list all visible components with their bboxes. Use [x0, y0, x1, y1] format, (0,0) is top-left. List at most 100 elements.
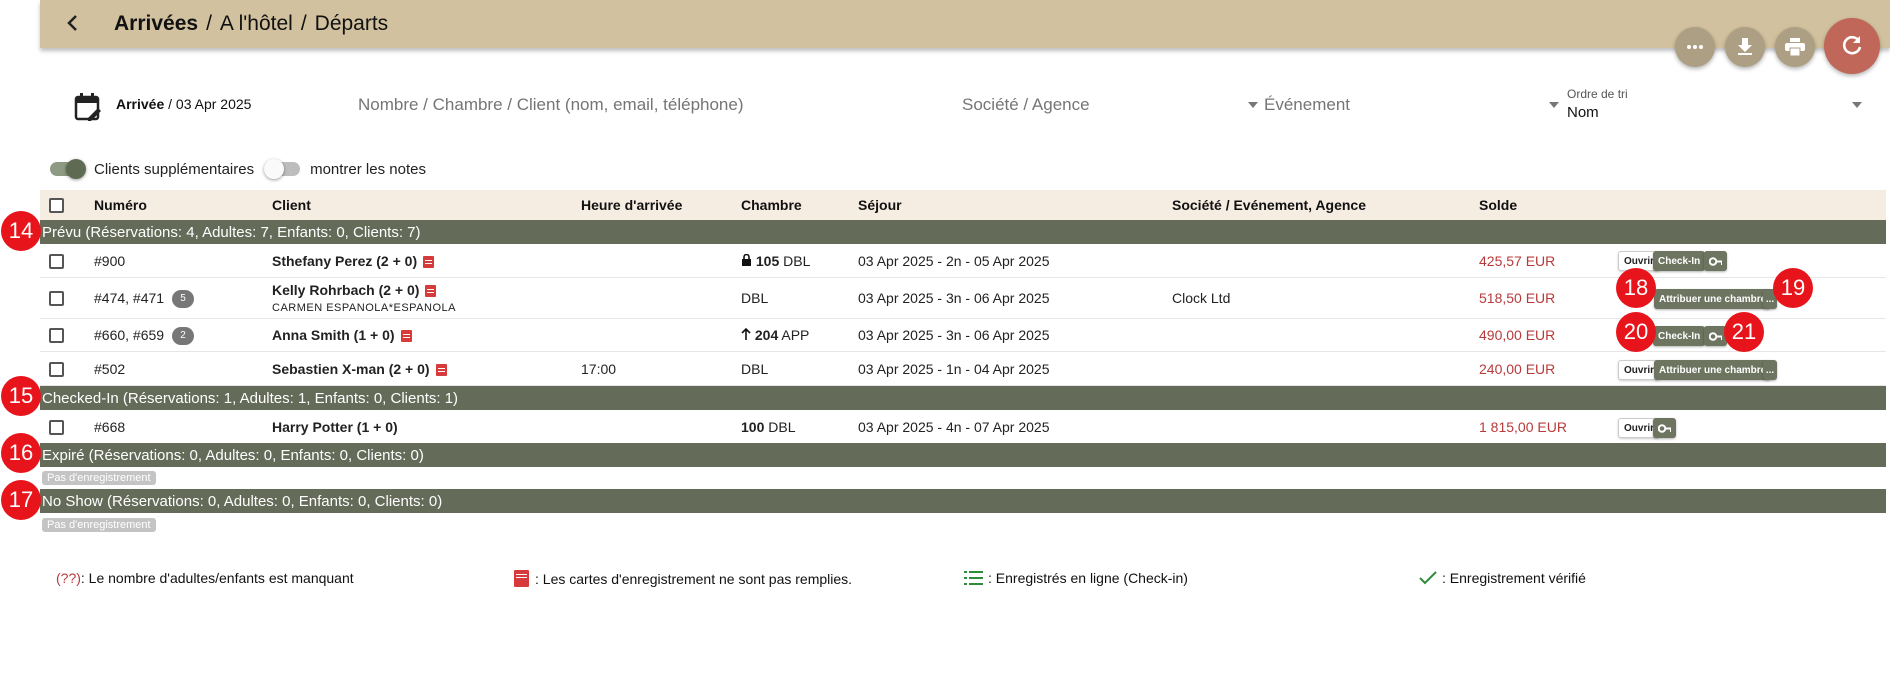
group-no-show: No Show (Réservations: 0, Adultes: 0, En… — [40, 489, 1886, 513]
table-row[interactable]: #502 Sebastien X-man (2 + 0) 17:00 DBL 0… — [40, 353, 1886, 386]
row-checkbox[interactable] — [49, 328, 64, 343]
key-icon — [1709, 256, 1722, 266]
annotation-marker: 19 — [1773, 268, 1813, 308]
col-arrival-time[interactable]: Heure d'arrivée — [581, 197, 682, 213]
assign-room-button[interactable]: Attribuer une chambre — [1654, 289, 1772, 309]
legend-registration-cards: : Les cartes d'enregistrement ne sont pa… — [514, 570, 852, 587]
table-row[interactable]: #900 Sthefany Perez (2 + 0) 105 DBL 03 A… — [40, 245, 1886, 278]
key-icon — [1709, 331, 1722, 341]
client-name[interactable]: Kelly Rohrbach (2 + 0) — [272, 282, 437, 298]
registration-card-icon — [423, 256, 435, 269]
sort-order-select[interactable]: Nom — [1567, 104, 1599, 121]
more-actions-button[interactable]: ... — [1763, 360, 1777, 380]
reservation-number: #900 — [94, 253, 126, 269]
refresh-button[interactable] — [1824, 18, 1880, 74]
registration-card-icon — [514, 570, 529, 587]
group-checked-in: Checked-In (Réservations: 1, Adultes: 1,… — [40, 386, 1886, 410]
breadcrumb-departures[interactable]: Départs — [315, 12, 389, 35]
lock-icon — [742, 253, 751, 266]
stay-dates: 03 Apr 2025 - 2n - 05 Apr 2025 — [858, 253, 1050, 269]
reservation-count-badge: 2 — [172, 327, 195, 346]
legend-missing-count: (??) : Le nombre d'adultes/enfants est m… — [56, 570, 354, 586]
reservation-count-badge: 5 — [172, 290, 195, 309]
registration-card-icon — [425, 285, 437, 298]
back-button[interactable] — [56, 8, 90, 38]
reservation-number: #668 — [94, 419, 126, 435]
col-number[interactable]: Numéro — [94, 197, 147, 213]
select-all-checkbox[interactable] — [49, 198, 64, 213]
annotation-marker: 16 — [1, 433, 41, 473]
legend-online-checkin: : Enregistrés en ligne (Check-in) — [964, 570, 1188, 586]
no-record-badge: Pas d'enregistrement — [42, 518, 156, 532]
registration-card-icon — [400, 330, 412, 343]
room-cell: 204 APP — [741, 327, 809, 343]
row-checkbox[interactable] — [49, 420, 64, 435]
client-name[interactable]: Sebastien X-man (2 + 0) — [272, 361, 447, 377]
calendar-edit-icon[interactable] — [74, 92, 102, 127]
toggle-bar: Clients supplémentaires montrer les note… — [50, 158, 426, 180]
top-bar: Arrivées / A l'hôtel / Départs — [40, 0, 1890, 48]
client-subline: CARMEN ESPANOLA*ESPANOLA — [272, 302, 456, 314]
arrow-up-icon — [741, 327, 751, 340]
room-cell: 105 DBL — [741, 253, 810, 269]
table-row[interactable]: #668 Harry Potter (1 + 0) 100 DBL 03 Apr… — [40, 411, 1886, 444]
key-button[interactable] — [1704, 251, 1727, 271]
arrival-time: 17:00 — [581, 361, 617, 377]
row-checkbox[interactable] — [49, 291, 64, 306]
refresh-icon — [1842, 35, 1862, 55]
key-icon — [1658, 423, 1671, 433]
row-checkbox[interactable] — [49, 362, 64, 377]
balance: 425,57 EUR — [1479, 253, 1556, 269]
assign-room-button[interactable]: Attribuer une chambre — [1654, 360, 1772, 380]
company-name: Clock Ltd — [1172, 290, 1231, 306]
col-room[interactable]: Chambre — [741, 197, 802, 213]
event-dropdown-icon[interactable] — [1549, 102, 1559, 108]
row-checkbox[interactable] — [49, 254, 64, 269]
arrival-date-label[interactable]: Arrivée / 03 Apr 2025 — [116, 96, 251, 112]
group-planned: Prévu (Réservations: 4, Adultes: 7, Enfa… — [40, 220, 1886, 244]
back-arrow-icon — [67, 15, 77, 31]
checkmark-icon — [1419, 571, 1437, 585]
checkin-button[interactable]: Check-In — [1653, 326, 1706, 346]
no-record-badge: Pas d'enregistrement — [42, 471, 156, 485]
checklist-icon — [964, 571, 983, 585]
client-name[interactable]: Harry Potter (1 + 0) — [272, 419, 398, 435]
breadcrumb: Arrivées / A l'hôtel / Départs — [114, 12, 389, 35]
stay-dates: 03 Apr 2025 - 4n - 07 Apr 2025 — [858, 419, 1050, 435]
col-company[interactable]: Société / Evénement, Agence — [1172, 197, 1366, 213]
client-name[interactable]: Sthefany Perez (2 + 0) — [272, 253, 435, 269]
annotation-marker: 20 — [1616, 312, 1656, 352]
breadcrumb-at-hotel[interactable]: A l'hôtel — [220, 12, 293, 35]
sort-dropdown-icon[interactable] — [1852, 102, 1862, 108]
room-cell: DBL — [741, 361, 769, 377]
key-button[interactable] — [1653, 418, 1676, 438]
col-client[interactable]: Client — [272, 197, 311, 213]
col-balance[interactable]: Solde — [1479, 197, 1517, 213]
stay-dates: 03 Apr 2025 - 3n - 06 Apr 2025 — [858, 327, 1050, 343]
table-row[interactable]: #660, #659 2 Anna Smith (1 + 0) 204 APP 0… — [40, 320, 1886, 352]
more-options-button[interactable] — [1675, 27, 1715, 67]
col-stay[interactable]: Séjour — [858, 197, 902, 213]
show-notes-toggle[interactable] — [264, 159, 301, 179]
extra-clients-toggle[interactable] — [50, 159, 86, 179]
annotation-marker: 14 — [1, 211, 41, 251]
sort-order-label: Ordre de tri — [1567, 87, 1628, 101]
checkin-button[interactable]: Check-In — [1653, 251, 1706, 271]
download-button[interactable] — [1725, 27, 1765, 67]
extra-clients-label: Clients supplémentaires — [94, 160, 255, 178]
annotation-marker: 21 — [1724, 312, 1764, 352]
client-name[interactable]: Anna Smith (1 + 0) — [272, 327, 412, 343]
balance: 490,00 EUR — [1479, 327, 1556, 343]
table-row[interactable]: #474, #471 5 Kelly Rohrbach (2 + 0) CARME… — [40, 279, 1886, 319]
more-icon — [1687, 45, 1703, 49]
print-button[interactable] — [1775, 27, 1815, 67]
reservation-number: #502 — [94, 361, 126, 377]
event-select[interactable] — [1264, 92, 1544, 118]
registration-card-icon — [435, 364, 447, 377]
company-agency-select[interactable] — [962, 92, 1242, 118]
reservation-number: #474, #471 5 — [94, 290, 195, 309]
search-input[interactable] — [358, 92, 918, 118]
company-dropdown-icon[interactable] — [1248, 102, 1258, 108]
breadcrumb-arrivals[interactable]: Arrivées — [114, 12, 198, 35]
reservation-number: #660, #659 2 — [94, 327, 195, 346]
